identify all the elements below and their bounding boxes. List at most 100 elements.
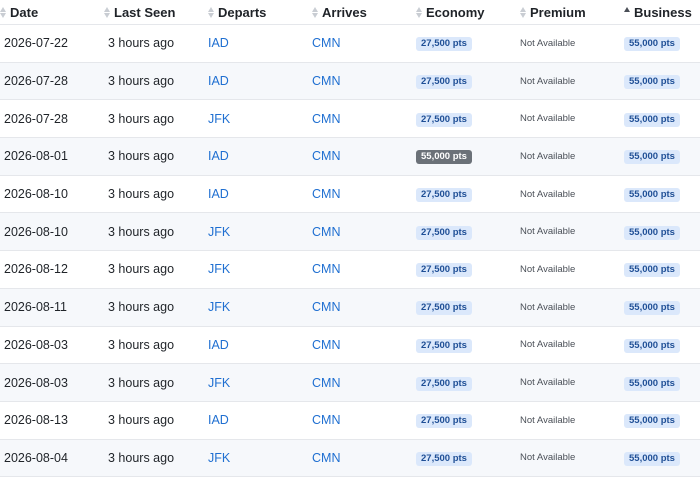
arrives-airport-link[interactable]: CMN <box>312 74 340 88</box>
date-cell: 2026-08-11 <box>0 288 104 326</box>
premium-cell: Not Available <box>520 288 624 326</box>
departs-airport-link[interactable]: IAD <box>208 36 229 50</box>
business-points-badge[interactable]: 55,000 pts <box>624 301 680 316</box>
table-row[interactable]: 2026-08-13 3 hours ago IAD CMN 27,500 pt… <box>0 401 700 440</box>
premium-cell: Not Available <box>520 138 624 176</box>
business-points-badge[interactable]: 55,000 pts <box>624 188 680 203</box>
departs-airport-link[interactable]: JFK <box>208 262 230 276</box>
economy-points-badge[interactable]: 27,500 pts <box>416 188 472 203</box>
column-header-business[interactable]: Business <box>624 0 700 25</box>
premium-availability-text: Not Available <box>520 377 576 389</box>
table-row[interactable]: 2026-08-01 3 hours ago IAD CMN 55,000 pt… <box>0 137 700 176</box>
departs-cell: IAD <box>208 138 312 176</box>
arrives-airport-link[interactable]: CMN <box>312 300 340 314</box>
departs-airport-link[interactable]: IAD <box>208 149 229 163</box>
economy-cell: 27,500 pts <box>416 288 520 326</box>
table-row[interactable]: 2026-08-03 3 hours ago JFK CMN 27,500 pt… <box>0 363 700 402</box>
economy-cell: 27,500 pts <box>416 401 520 439</box>
table-row[interactable]: 2026-07-22 3 hours ago IAD CMN 27,500 pt… <box>0 25 700 63</box>
arrives-cell: CMN <box>312 288 416 326</box>
business-points-badge[interactable]: 55,000 pts <box>624 37 680 52</box>
date-cell: 2026-08-01 <box>0 138 104 176</box>
economy-points-badge[interactable]: 27,500 pts <box>416 338 472 353</box>
arrives-airport-link[interactable]: CMN <box>312 112 340 126</box>
economy-points-badge[interactable]: 27,500 pts <box>416 414 472 429</box>
economy-points-badge-highlight[interactable]: 55,000 pts <box>416 150 472 165</box>
economy-cell: 27,500 pts <box>416 326 520 364</box>
business-points-badge[interactable]: 55,000 pts <box>624 451 680 466</box>
premium-cell: Not Available <box>520 251 624 289</box>
last-seen-text: 3 hours ago <box>108 337 175 352</box>
date-cell: 2026-07-28 <box>0 62 104 100</box>
departs-airport-link[interactable]: IAD <box>208 187 229 201</box>
premium-availability-text: Not Available <box>520 263 576 275</box>
date-cell: 2026-08-13 <box>0 401 104 439</box>
table-row[interactable]: 2026-08-12 3 hours ago JFK CMN 27,500 pt… <box>0 251 700 289</box>
arrives-cell: CMN <box>312 439 416 477</box>
last-seen-text: 3 hours ago <box>108 262 175 277</box>
departs-airport-link[interactable]: JFK <box>208 225 230 239</box>
arrives-airport-link[interactable]: CMN <box>312 338 340 352</box>
column-header-premium[interactable]: Premium <box>520 0 624 25</box>
departs-airport-link[interactable]: IAD <box>208 338 229 352</box>
economy-cell: 27,500 pts <box>416 25 520 63</box>
business-points-badge[interactable]: 55,000 pts <box>624 225 680 240</box>
arrives-airport-link[interactable]: CMN <box>312 262 340 276</box>
table-row[interactable]: 2026-08-10 3 hours ago JFK CMN 27,500 pt… <box>0 212 700 251</box>
table-row[interactable]: 2026-08-04 3 hours ago JFK CMN 27,500 pt… <box>0 439 700 477</box>
economy-points-badge[interactable]: 27,500 pts <box>416 376 472 391</box>
column-header-label: Economy <box>426 4 485 20</box>
departs-cell: JFK <box>208 100 312 138</box>
last-seen-cell: 3 hours ago <box>104 251 208 289</box>
date-cell: 2026-08-10 <box>0 213 104 251</box>
economy-points-badge[interactable]: 27,500 pts <box>416 37 472 52</box>
economy-points-badge[interactable]: 27,500 pts <box>416 75 472 90</box>
economy-points-badge[interactable]: 27,500 pts <box>416 112 472 127</box>
premium-availability-text: Not Available <box>520 113 576 125</box>
flight-date: 2026-08-03 <box>4 375 68 390</box>
business-cell: 55,000 pts <box>624 213 700 251</box>
business-cell: 55,000 pts <box>624 326 700 364</box>
departs-airport-link[interactable]: JFK <box>208 112 230 126</box>
column-header-last-seen[interactable]: Last Seen <box>104 0 208 25</box>
business-points-badge[interactable]: 55,000 pts <box>624 112 680 127</box>
arrives-cell: CMN <box>312 326 416 364</box>
departs-airport-link[interactable]: JFK <box>208 451 230 465</box>
economy-points-badge[interactable]: 27,500 pts <box>416 301 472 316</box>
table-row[interactable]: 2026-07-28 3 hours ago JFK CMN 27,500 pt… <box>0 100 700 138</box>
flight-date: 2026-07-28 <box>4 74 68 89</box>
arrives-airport-link[interactable]: CMN <box>312 451 340 465</box>
business-points-badge[interactable]: 55,000 pts <box>624 75 680 90</box>
column-header-economy[interactable]: Economy <box>416 0 520 25</box>
column-header-departs[interactable]: Departs <box>208 0 312 25</box>
business-points-badge[interactable]: 55,000 pts <box>624 263 680 278</box>
table-row[interactable]: 2026-07-28 3 hours ago IAD CMN 27,500 pt… <box>0 62 700 100</box>
flight-date: 2026-08-01 <box>4 149 68 164</box>
departs-airport-link[interactable]: IAD <box>208 413 229 427</box>
arrives-airport-link[interactable]: CMN <box>312 225 340 239</box>
economy-points-badge[interactable]: 27,500 pts <box>416 451 472 466</box>
departs-cell: IAD <box>208 326 312 364</box>
economy-points-badge[interactable]: 27,500 pts <box>416 263 472 278</box>
business-points-badge[interactable]: 55,000 pts <box>624 338 680 353</box>
business-points-badge[interactable]: 55,000 pts <box>624 376 680 391</box>
departs-airport-link[interactable]: JFK <box>208 300 230 314</box>
column-header-date[interactable]: Date <box>0 0 104 25</box>
economy-points-badge[interactable]: 27,500 pts <box>416 225 472 240</box>
arrives-airport-link[interactable]: CMN <box>312 149 340 163</box>
economy-cell: 27,500 pts <box>416 62 520 100</box>
business-points-badge[interactable]: 55,000 pts <box>624 414 680 429</box>
arrives-airport-link[interactable]: CMN <box>312 187 340 201</box>
business-points-badge[interactable]: 55,000 pts <box>624 150 680 165</box>
table-row[interactable]: 2026-08-11 3 hours ago JFK CMN 27,500 pt… <box>0 288 700 326</box>
last-seen-cell: 3 hours ago <box>104 62 208 100</box>
table-row[interactable]: 2026-08-10 3 hours ago IAD CMN 27,500 pt… <box>0 175 700 213</box>
column-header-arrives[interactable]: Arrives <box>312 0 416 25</box>
arrives-airport-link[interactable]: CMN <box>312 36 340 50</box>
departs-airport-link[interactable]: JFK <box>208 376 230 390</box>
arrives-airport-link[interactable]: CMN <box>312 376 340 390</box>
last-seen-cell: 3 hours ago <box>104 288 208 326</box>
table-row[interactable]: 2026-08-03 3 hours ago IAD CMN 27,500 pt… <box>0 326 700 364</box>
departs-airport-link[interactable]: IAD <box>208 74 229 88</box>
arrives-airport-link[interactable]: CMN <box>312 413 340 427</box>
